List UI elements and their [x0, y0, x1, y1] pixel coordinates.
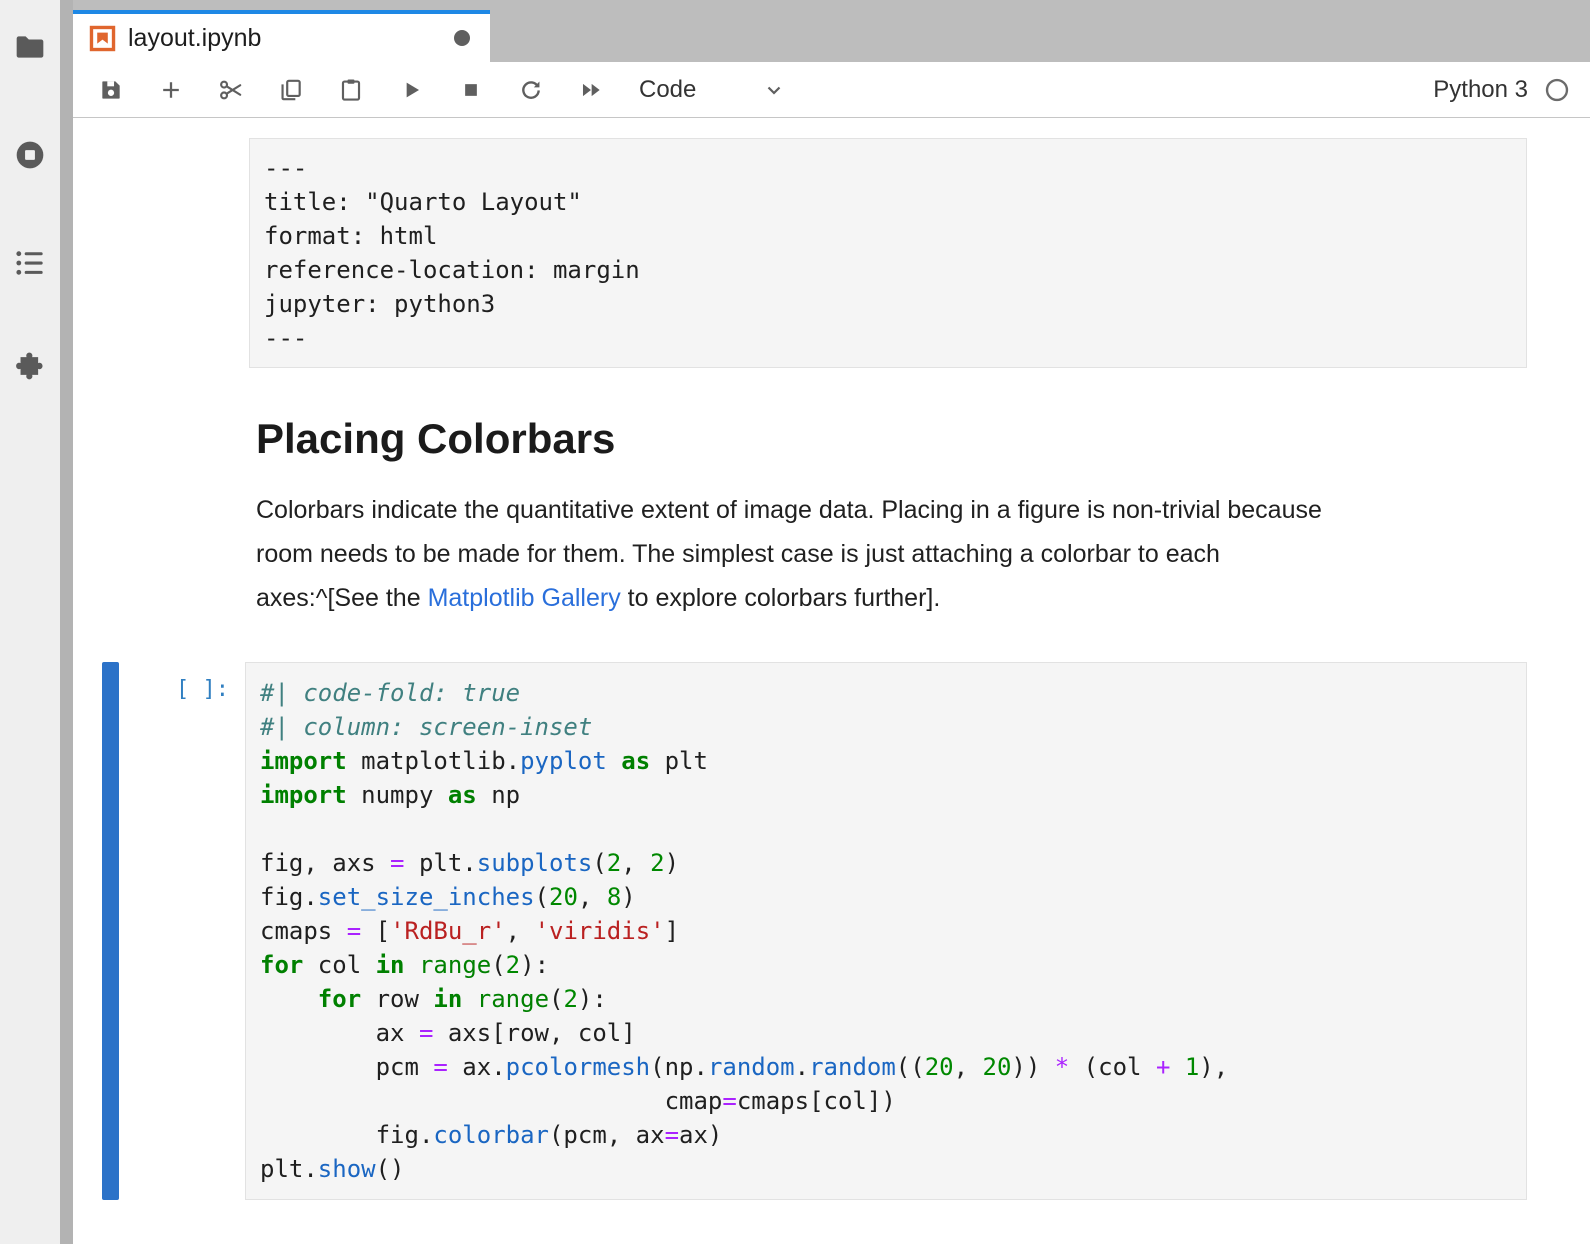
unsaved-changes-dot	[454, 30, 470, 46]
notebook-content: ---title: "Quarto Layout"format: htmlref…	[73, 118, 1590, 1244]
raw-line: reference-location: margin	[264, 253, 1512, 287]
run-cell-button[interactable]	[381, 68, 441, 112]
code-line: cmaps = ['RdBu_r', 'viridis']	[260, 914, 1512, 948]
extension-manager-icon[interactable]	[14, 350, 46, 382]
code-line: #| column: screen-inset	[260, 710, 1512, 744]
cut-cells-button[interactable]	[201, 68, 261, 112]
code-line: pcm = ax.pcolormesh(np.random.random((20…	[260, 1050, 1512, 1084]
code-line: plt.show()	[260, 1152, 1512, 1186]
insert-cell-button[interactable]	[141, 68, 201, 112]
code-line: fig.colorbar(pcm, ax=ax)	[260, 1118, 1512, 1152]
code-line	[260, 812, 1512, 846]
clipboard-icon	[338, 77, 364, 103]
raw-line: title: "Quarto Layout"	[264, 185, 1512, 219]
tab-bar: layout.ipynb	[73, 0, 1590, 62]
stop-icon	[458, 77, 484, 103]
code-line: import matplotlib.pyplot as plt	[260, 744, 1512, 778]
table-of-contents-icon[interactable]	[14, 247, 46, 279]
code-line: fig.set_size_inches(20, 8)	[260, 880, 1512, 914]
fast-forward-icon	[578, 77, 604, 103]
plus-icon	[158, 77, 184, 103]
save-button[interactable]	[81, 68, 141, 112]
scissors-icon	[218, 77, 244, 103]
play-icon	[398, 77, 424, 103]
restart-run-all-button[interactable]	[561, 68, 621, 112]
interrupt-kernel-button[interactable]	[441, 68, 501, 112]
raw-line: jupyter: python3	[264, 287, 1512, 321]
cell-collapser[interactable]	[102, 662, 119, 1200]
cell-input-prompt: [ ]:	[119, 662, 245, 1200]
left-sidebar	[0, 0, 60, 1244]
cell-type-value: Code	[639, 76, 696, 104]
paste-cells-button[interactable]	[321, 68, 381, 112]
main-panel: layout.ipynb	[73, 0, 1590, 1244]
jupyterlab-app: layout.ipynb	[0, 0, 1590, 1244]
code-line: cmap=cmaps[col])	[260, 1084, 1512, 1118]
chevron-down-icon	[762, 78, 786, 102]
tab-layout-ipynb[interactable]: layout.ipynb	[73, 10, 490, 62]
code-line: for col in range(2):	[260, 948, 1512, 982]
markdown-paragraph: Colorbars indicate the quantitative exte…	[256, 488, 1527, 620]
kernel-name[interactable]: Python 3	[1433, 76, 1528, 104]
paragraph-line: Colorbars indicate the quantitative exte…	[256, 488, 1527, 532]
notebook-icon	[89, 25, 116, 52]
code-cell-editor[interactable]: #| code-fold: true#| column: screen-inse…	[245, 662, 1527, 1200]
running-sessions-icon[interactable]	[14, 139, 46, 171]
raw-line: format: html	[264, 219, 1512, 253]
kernel-status-icon[interactable]	[1544, 77, 1570, 103]
markdown-heading: Placing Colorbars	[256, 414, 1527, 464]
copy-cells-button[interactable]	[261, 68, 321, 112]
code-line: for row in range(2):	[260, 982, 1512, 1016]
paragraph-line: room needs to be made for them. The simp…	[256, 532, 1527, 576]
restart-kernel-button[interactable]	[501, 68, 561, 112]
notebook-toolbar: Code Python 3	[73, 62, 1590, 118]
save-icon	[98, 77, 124, 103]
paragraph-line: axes:^[See the Matplotlib Gallery to exp…	[256, 576, 1527, 620]
file-browser-icon[interactable]	[14, 31, 46, 63]
raw-line: ---	[264, 321, 1512, 355]
raw-line: ---	[264, 151, 1512, 185]
code-line: ax = axs[row, col]	[260, 1016, 1512, 1050]
code-line: fig, axs = plt.subplots(2, 2)	[260, 846, 1512, 880]
code-cell: [ ]: #| code-fold: true#| column: screen…	[102, 662, 1527, 1200]
copy-icon	[278, 77, 304, 103]
matplotlib-gallery-link[interactable]: Matplotlib Gallery	[428, 584, 621, 612]
sidebar-divider	[60, 0, 73, 1244]
raw-cell-editor[interactable]: ---title: "Quarto Layout"format: htmlref…	[249, 138, 1527, 368]
restart-icon	[518, 77, 544, 103]
code-line: #| code-fold: true	[260, 676, 1512, 710]
tab-title: layout.ipynb	[128, 24, 261, 53]
cell-type-dropdown[interactable]: Code	[639, 76, 786, 104]
code-line: import numpy as np	[260, 778, 1512, 812]
